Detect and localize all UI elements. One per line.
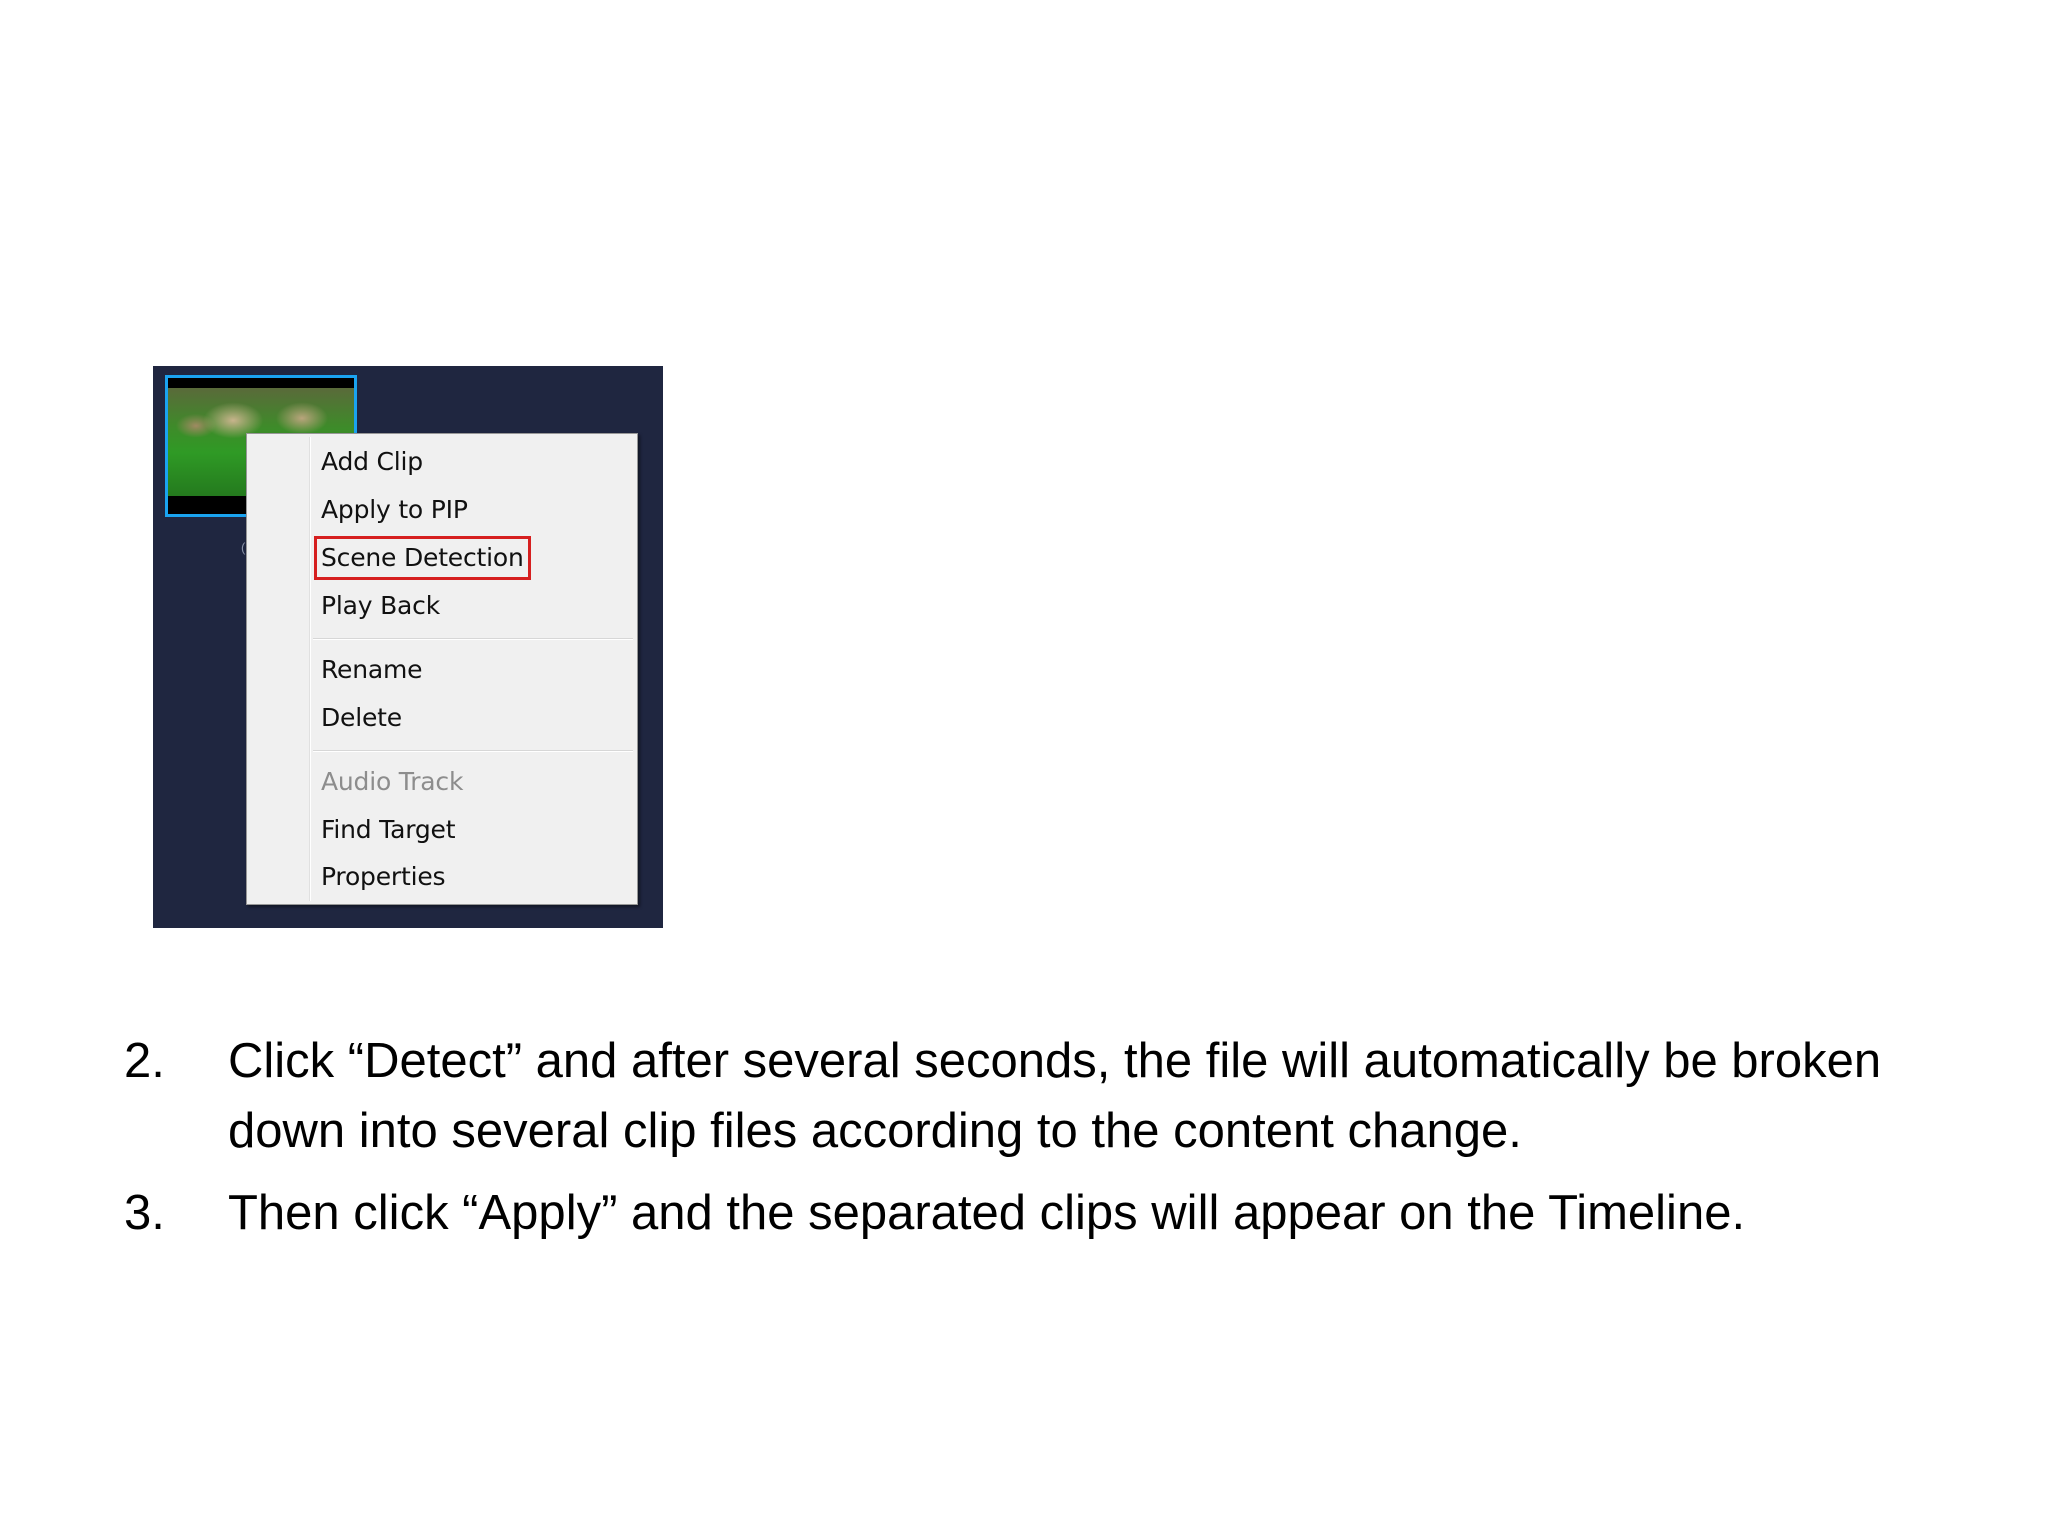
menu-item-rename[interactable]: Rename	[321, 650, 423, 690]
step-text: Click “Detect” and after several seconds…	[228, 1034, 1882, 1158]
letterbox-top	[168, 378, 354, 388]
instruction-steps: 2. Click “Detect” and after several seco…	[124, 1026, 1924, 1260]
menu-item-audio-track: Audio Track	[321, 767, 464, 796]
menu-item-scene-detection[interactable]: Scene Detection	[314, 536, 531, 580]
menu-item-apply-to-pip[interactable]: Apply to PIP	[321, 490, 468, 530]
clip-caption: (	[241, 540, 246, 555]
menu-item-play-back[interactable]: Play Back	[321, 586, 440, 626]
step-number: 3.	[124, 1186, 165, 1240]
menu-item-add-clip[interactable]: Add Clip	[321, 442, 423, 482]
slide: ( Add Clip Apply to PIP Scene Detection …	[0, 0, 2048, 1536]
step-2: 2. Click “Detect” and after several seco…	[124, 1026, 1924, 1166]
menu-item-delete[interactable]: Delete	[321, 698, 402, 738]
menu-icon-gutter	[309, 437, 311, 901]
menu-separator	[313, 638, 633, 640]
step-number: 2.	[124, 1034, 165, 1088]
step-3: 3. Then click “Apply” and the separated …	[124, 1178, 1924, 1248]
menu-item-find-target[interactable]: Find Target	[321, 810, 456, 850]
context-menu: Add Clip Apply to PIP Scene Detection Pl…	[246, 433, 638, 905]
step-text: Then click “Apply” and the separated cli…	[228, 1186, 1746, 1240]
menu-separator	[313, 750, 633, 752]
editor-screenshot: ( Add Clip Apply to PIP Scene Detection …	[153, 366, 663, 928]
menu-item-properties[interactable]: Properties	[321, 857, 446, 897]
